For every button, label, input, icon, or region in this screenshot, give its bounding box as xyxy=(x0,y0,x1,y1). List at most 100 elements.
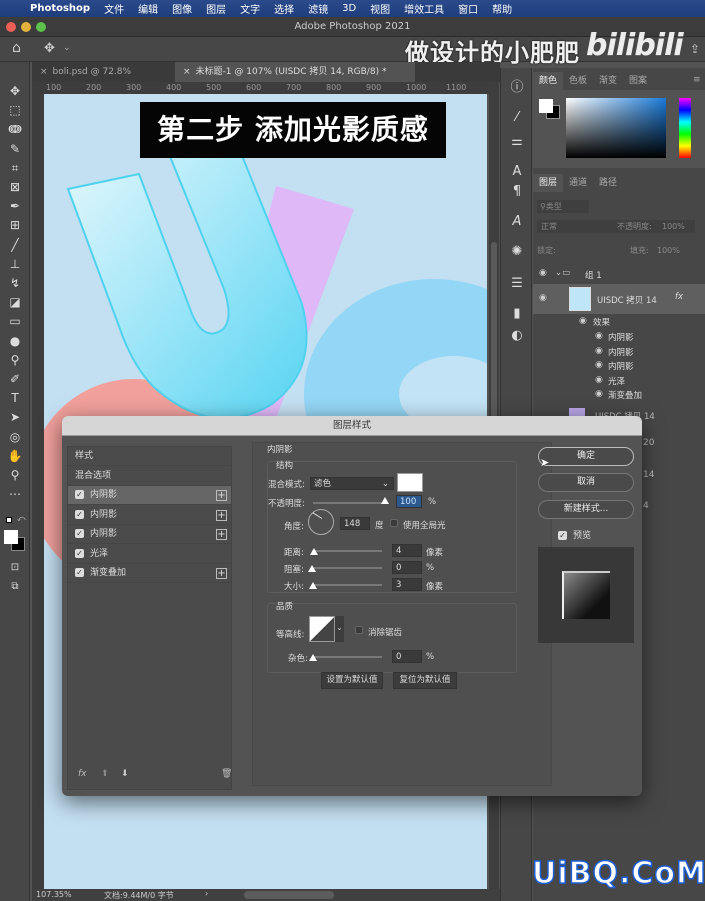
antialias-checkbox[interactable] xyxy=(355,626,363,634)
tab-paths[interactable]: 路径 xyxy=(593,174,623,192)
distance-slider-thumb[interactable] xyxy=(310,548,318,555)
panel-menu-icon[interactable]: ≡ xyxy=(693,75,701,85)
styles-icon[interactable]: ◐ xyxy=(507,326,527,346)
menu-type[interactable]: 文字 xyxy=(240,1,260,16)
distance-slider[interactable] xyxy=(312,550,382,552)
quick-mask-icon[interactable]: ⊡ xyxy=(5,559,25,577)
doc-tab-untitled[interactable]: × 未标题-1 @ 107% (UISDC 拷贝 14, RGB/8) * xyxy=(175,62,415,82)
eye-icon[interactable]: ◉ xyxy=(595,360,603,370)
hue-slider[interactable] xyxy=(679,98,691,158)
add-effect-button[interactable]: + xyxy=(216,568,227,579)
choke-slider-thumb[interactable] xyxy=(308,565,316,572)
pen-tool-icon[interactable]: ✐ xyxy=(5,370,25,388)
reset-default-button[interactable]: 复位为默认值 xyxy=(393,672,457,689)
move-tool-icon[interactable]: ✥ xyxy=(44,41,55,56)
doc-tab-boli[interactable]: ×boli.psd @ 72.8%(RGB/8) * xyxy=(32,62,172,97)
noise-input[interactable]: 0 xyxy=(392,650,422,663)
opacity-slider[interactable] xyxy=(313,502,385,504)
layer-filter-select[interactable]: ⚲类型 xyxy=(537,200,589,213)
info-icon[interactable]: ⓘ xyxy=(507,78,527,98)
size-slider-thumb[interactable] xyxy=(309,582,317,589)
style-checkbox[interactable]: ✓ xyxy=(75,529,84,538)
menu-filter[interactable]: 滤镜 xyxy=(308,1,328,16)
menu-3d[interactable]: 3D xyxy=(342,3,356,14)
add-effect-button[interactable]: + xyxy=(216,509,227,521)
blend-mode-select[interactable]: 正常 不透明度: 100% xyxy=(537,220,695,233)
gradient-tool-icon[interactable]: ▭ xyxy=(5,312,25,330)
distance-input[interactable]: 4 xyxy=(392,544,422,557)
menu-edit[interactable]: 编辑 xyxy=(138,1,158,16)
paragraph-icon[interactable]: ¶ xyxy=(507,182,527,202)
foreground-color-swatch[interactable] xyxy=(4,530,18,544)
eye-icon[interactable]: ◉ xyxy=(539,293,547,303)
character-icon[interactable]: A xyxy=(507,162,527,182)
preview-checkbox[interactable]: ✓ xyxy=(558,531,567,540)
layer-group-row[interactable]: ◉ ⌄▭ 组 1 xyxy=(533,266,705,282)
set-default-button[interactable]: 设置为默认值 xyxy=(321,672,383,689)
eye-icon[interactable]: ◉ xyxy=(595,389,603,399)
tab-color[interactable]: 颜色 xyxy=(533,72,564,90)
cancel-button[interactable]: 取消 xyxy=(538,473,634,492)
menu-plugins[interactable]: 增效工具 xyxy=(404,1,444,16)
more-tools-icon[interactable]: ⋯ xyxy=(5,485,25,503)
color-picker-field[interactable] xyxy=(566,98,666,158)
tab-channels[interactable]: 通道 xyxy=(563,174,593,192)
global-light-checkbox[interactable] xyxy=(390,519,398,527)
stamp-tool-icon[interactable]: ⊥ xyxy=(5,255,25,273)
horizontal-scrollbar[interactable] xyxy=(244,891,334,899)
style-list-item[interactable]: ✓ 渐变叠加 + xyxy=(68,564,231,583)
fg-swatch[interactable] xyxy=(539,99,553,113)
opacity-slider-thumb[interactable] xyxy=(381,497,389,504)
move-tool-icon[interactable]: ✥ xyxy=(5,82,25,100)
default-colors-icon[interactable] xyxy=(6,517,12,523)
menu-window[interactable]: 窗口 xyxy=(458,1,478,16)
light-icon[interactable]: ✺ xyxy=(507,242,527,262)
eye-icon[interactable]: ◉ xyxy=(595,346,603,356)
opacity-input[interactable]: 100 xyxy=(396,495,422,508)
move-down-icon[interactable]: ⬇ xyxy=(121,769,129,779)
properties-icon[interactable]: ☰ xyxy=(507,274,527,294)
tab-gradients[interactable]: 渐变 xyxy=(593,72,623,90)
quick-select-tool-icon[interactable]: ✎ xyxy=(5,140,25,158)
home-icon[interactable]: ⌂ xyxy=(12,40,21,56)
tab-swatches[interactable]: 色板 xyxy=(563,72,593,90)
angle-dial[interactable] xyxy=(308,509,334,535)
add-effect-button[interactable]: + xyxy=(216,490,227,501)
angle-input[interactable]: 148 xyxy=(340,517,370,530)
style-checkbox[interactable]: ✓ xyxy=(75,490,84,499)
glyphs-icon[interactable]: A xyxy=(507,212,527,232)
zoom-tool-icon[interactable]: ⚲ xyxy=(5,466,25,484)
style-checkbox[interactable]: ✓ xyxy=(75,548,84,558)
eye-icon[interactable]: ◉ xyxy=(539,268,547,278)
healing-tool-icon[interactable]: ⊞ xyxy=(5,216,25,234)
choke-input[interactable]: 0 xyxy=(392,561,422,574)
shadow-color-swatch[interactable] xyxy=(397,473,423,492)
fx-icon[interactable]: fx xyxy=(675,292,683,302)
ok-button[interactable]: 确定 xyxy=(538,447,634,466)
layer-row-selected[interactable]: ◉ UISDC 拷贝 14 fx xyxy=(533,284,705,314)
menu-select[interactable]: 选择 xyxy=(274,1,294,16)
zoom-level[interactable]: 107.35% xyxy=(36,890,72,899)
blur-tool-icon[interactable]: ● xyxy=(5,332,25,350)
frame-tool-icon[interactable]: ⊠ xyxy=(5,178,25,196)
eyedropper-tool-icon[interactable]: ✒ xyxy=(5,197,25,215)
swap-colors-icon[interactable]: ⤺ xyxy=(17,514,26,524)
eye-icon[interactable]: ◉ xyxy=(595,375,603,385)
size-slider[interactable] xyxy=(312,584,382,586)
close-window-button[interactable] xyxy=(6,22,16,32)
path-select-tool-icon[interactable]: ➤ xyxy=(5,408,25,426)
type-tool-icon[interactable]: T xyxy=(5,389,25,407)
style-list-item[interactable]: ✓ 内阴影 + xyxy=(68,525,231,544)
style-list-item[interactable]: 混合选项 xyxy=(68,467,231,486)
size-input[interactable]: 3 xyxy=(392,578,422,591)
menu-app[interactable]: Photoshop xyxy=(30,3,90,14)
paint-icon[interactable]: ▮ xyxy=(507,304,527,324)
fx-menu-icon[interactable]: fx xyxy=(78,769,87,779)
crop-tool-icon[interactable]: ⌗ xyxy=(5,159,25,177)
brush-tool-icon[interactable]: ╱ xyxy=(5,236,25,254)
ellipse-tool-icon[interactable]: ◎ xyxy=(5,428,25,446)
eye-icon[interactable]: ◉ xyxy=(595,331,603,341)
choke-slider[interactable] xyxy=(312,567,382,569)
lasso-tool-icon[interactable]: ↈ xyxy=(5,120,25,138)
marquee-tool-icon[interactable]: ⬚ xyxy=(5,101,25,119)
